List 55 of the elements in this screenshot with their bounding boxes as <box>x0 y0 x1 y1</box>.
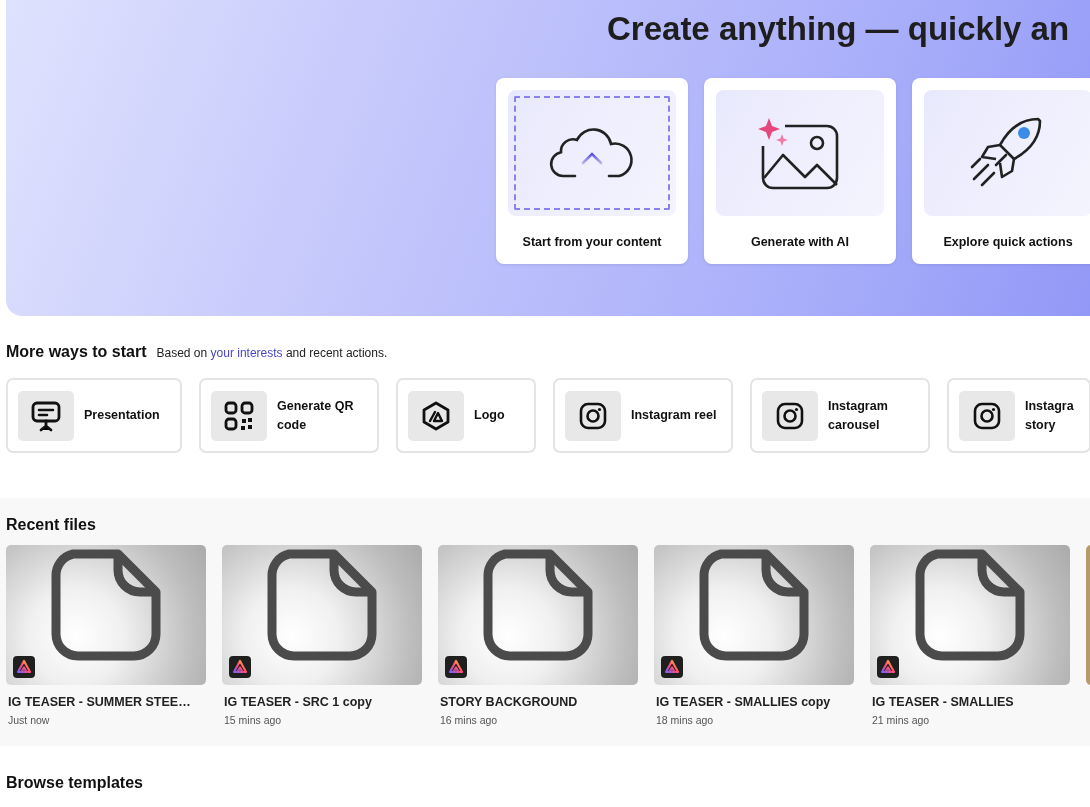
quick-start-card[interactable]: Logo <box>396 378 536 453</box>
document-icon <box>915 549 1025 661</box>
hero-title: Create anything — quickly an <box>607 9 1070 49</box>
file-time: 15 mins ago <box>223 714 283 726</box>
file-name: IG TEASER - SUMMER STEE… <box>7 695 192 709</box>
hexagon-logo-icon <box>421 400 451 431</box>
file-thumbnail[interactable] <box>438 545 638 685</box>
quick-start-label: Instagram carousel <box>828 397 889 434</box>
quick-start-label: Generate QR code <box>277 397 355 434</box>
action-card[interactable]: Explore quick actions <box>912 78 1090 264</box>
presentation-board-icon <box>31 399 61 432</box>
app-badge-icon <box>661 656 683 678</box>
instagram-icon <box>973 401 1001 430</box>
file-name: IG TEASER - SMALLIES <box>871 695 1015 709</box>
file-name: IG TEASER - SRC 1 copy <box>223 695 373 709</box>
instagram-icon <box>776 401 804 430</box>
file-time: Just now <box>7 714 51 726</box>
section-note: Based on your interests and recent actions. <box>156 346 388 360</box>
action-label: Start from your content <box>522 235 662 249</box>
file-time: 18 mins ago <box>655 714 715 726</box>
app-badge-icon <box>229 656 251 678</box>
app-badge-icon <box>13 656 35 678</box>
file-thumbnail[interactable] <box>654 545 854 685</box>
quick-start-card[interactable]: Generate QR code <box>199 378 379 453</box>
instagram-icon <box>579 401 607 430</box>
file-thumbnail[interactable] <box>222 545 422 685</box>
section-title: Browse templates <box>6 774 144 792</box>
action-card[interactable]: Generate with AI <box>704 78 896 264</box>
section-title: More ways to start <box>6 343 147 361</box>
quick-start-label: Presentation <box>84 407 161 424</box>
quick-start-label: Logo <box>474 407 506 424</box>
document-icon <box>51 549 161 661</box>
action-label: Generate with AI <box>750 235 850 249</box>
qr-code-icon <box>224 400 254 431</box>
app-badge-icon <box>877 656 899 678</box>
quick-start-label: Instagra story <box>1025 397 1075 434</box>
quick-start-card[interactable]: Instagram carousel <box>750 378 930 453</box>
document-icon <box>483 549 593 661</box>
quick-start-card[interactable]: Instagram reel <box>553 378 733 453</box>
section-title: Recent files <box>6 516 97 534</box>
file-name: STORY BACKGROUND <box>439 695 579 709</box>
file-thumbnail[interactable] <box>870 545 1070 685</box>
action-label: Explore quick actions <box>943 235 1073 249</box>
app-badge-icon <box>445 656 467 678</box>
action-card[interactable]: Start from your content <box>496 78 688 264</box>
file-time: 21 mins ago <box>871 714 931 726</box>
quick-start-card[interactable]: Presentation <box>6 378 182 453</box>
quick-start-label: Instagram reel <box>631 407 718 424</box>
file-thumbnail[interactable] <box>6 545 206 685</box>
document-icon <box>699 549 809 661</box>
file-name: IG TEASER - SMALLIES copy <box>655 695 832 709</box>
document-icon <box>267 549 377 661</box>
file-time: 16 mins ago <box>439 714 499 726</box>
quick-start-card[interactable]: Instagra story <box>947 378 1090 453</box>
interests-link[interactable]: your interests <box>210 346 283 360</box>
